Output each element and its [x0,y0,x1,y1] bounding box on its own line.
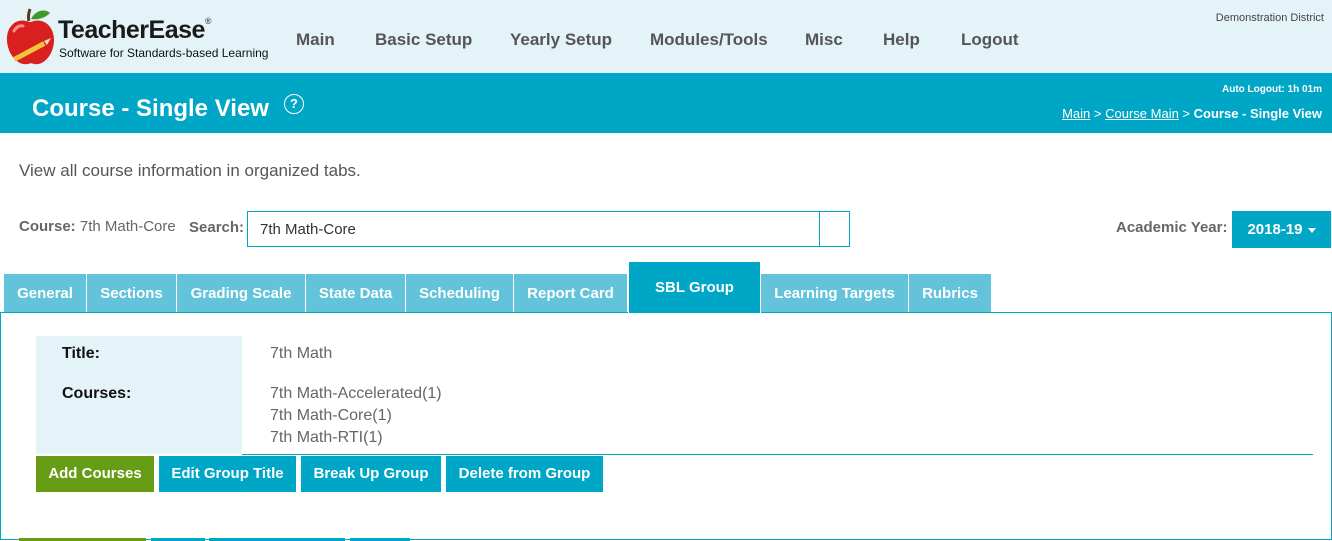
add-courses-button[interactable]: Add Courses [36,456,154,492]
page-title: Course - Single View [32,95,269,122]
academic-year-label: Academic Year: [1116,219,1228,236]
teacherease-logo[interactable]: TeacherEase® Software for Standards-base… [2,2,268,70]
tab-grading-scale[interactable]: Grading Scale [177,274,306,312]
search-addon[interactable] [819,211,850,247]
nav-misc[interactable]: Misc [805,30,883,52]
academic-year-dropdown[interactable]: 2018-19 [1232,211,1331,248]
break-up-group-button[interactable]: Break Up Group [301,456,441,492]
auto-logout-timer: Auto Logout: 1h 01m [1222,84,1322,95]
tab-state-data[interactable]: State Data [306,274,406,312]
tab-sbl-group[interactable]: SBL Group [628,261,761,314]
tab-learning-targets[interactable]: Learning Targets [761,274,909,312]
nav-main[interactable]: Main [296,30,375,52]
breadcrumb: Main > Course Main > Course - Single Vie… [1062,106,1322,121]
tab-sections[interactable]: Sections [87,274,177,312]
help-circle-icon[interactable]: ? [284,94,304,114]
group-course-item: 7th Math-RTI(1) [270,429,383,446]
breadcrumb-current: Course - Single View [1193,106,1322,121]
search-label: Search: [189,219,245,236]
courses-label: Courses: [62,385,132,402]
breadcrumb-separator: > [1178,106,1194,121]
title-label: Title: [62,345,100,362]
tab-scheduling[interactable]: Scheduling [406,274,514,312]
group-title-value: 7th Math [270,345,333,362]
district-name: Demonstration District [1215,12,1324,24]
nav-basic-setup[interactable]: Basic Setup [375,30,510,52]
nav-yearly-setup[interactable]: Yearly Setup [510,30,650,52]
academic-year-value: 2018-19 [1247,221,1303,238]
nav-logout[interactable]: Logout [961,30,1031,52]
caret-down-icon [1307,227,1316,233]
course-label: Course: [19,218,76,235]
section-divider [242,454,1313,455]
nav-help[interactable]: Help [883,30,961,52]
tab-report-card[interactable]: Report Card [514,274,628,312]
main-nav: Main Basic Setup Yearly Setup Modules/To… [296,30,1031,52]
nav-modules-tools[interactable]: Modules/Tools [650,30,805,52]
tab-general[interactable]: General [4,274,87,312]
course-value: 7th Math-Core [79,218,176,235]
tab-rubrics[interactable]: Rubrics [909,274,992,312]
page-description: View all course information in organized… [19,161,361,180]
top-header: TeacherEase® Software for Standards-base… [0,0,1332,73]
current-course: Course: 7th Math-Core [19,218,176,235]
breadcrumb-course-main-link[interactable]: Course Main [1105,106,1179,121]
group-course-item: 7th Math-Accelerated(1) [270,385,442,402]
breadcrumb-separator: > [1090,106,1106,121]
group-course-item: 7th Math-Core(1) [270,407,392,424]
apple-logo-icon [6,8,55,65]
title-band: Course - Single View ? Auto Logout: 1h 0… [0,73,1332,133]
brand-tagline: Software for Standards-based Learning [59,46,269,60]
delete-from-group-button[interactable]: Delete from Group [446,456,603,492]
course-search-input[interactable] [247,211,819,247]
edit-group-title-button[interactable]: Edit Group Title [159,456,296,492]
brand-name: TeacherEase® [58,16,212,44]
breadcrumb-main-link[interactable]: Main [1062,106,1090,121]
